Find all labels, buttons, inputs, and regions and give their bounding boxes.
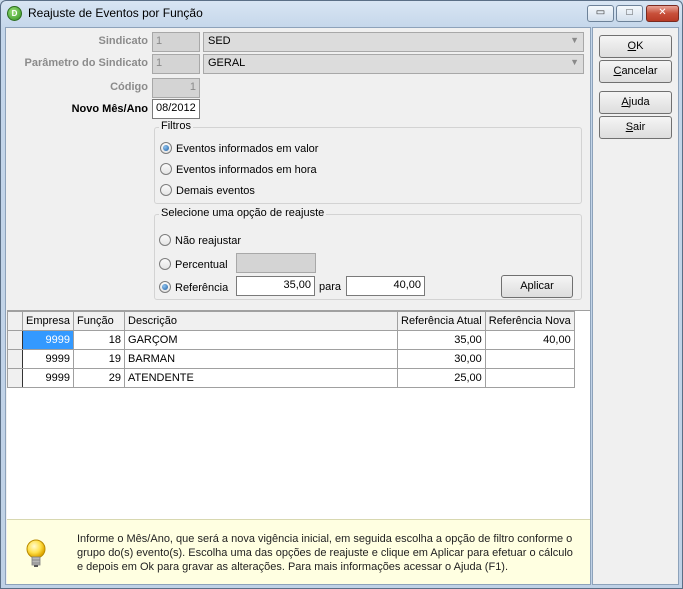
- col-funcao-header[interactable]: Função: [73, 311, 126, 331]
- referencia-de-input[interactable]: 35,00: [236, 276, 315, 296]
- col-descricao-header[interactable]: Descrição: [124, 311, 399, 331]
- reajuste-group: Selecione uma opção de reajuste Não reaj…: [154, 207, 582, 300]
- cell-descricao[interactable]: BARMAN: [124, 349, 399, 369]
- cell-ref-atual[interactable]: 35,00: [397, 330, 486, 350]
- radio-checked-icon: [160, 142, 172, 154]
- eventos-table: Empresa Função Descrição Referência Atua…: [7, 311, 575, 388]
- referencia-para-input[interactable]: 40,00: [346, 276, 425, 296]
- cancelar-button[interactable]: Cancelar: [599, 60, 672, 83]
- filtros-group: Filtros Eventos informados em valor Even…: [154, 120, 582, 204]
- mes-ano-label: Novo Mês/Ano: [71, 103, 148, 115]
- codigo-field: 1: [152, 78, 200, 98]
- cell-ref-nova[interactable]: [484, 349, 575, 369]
- parametro-label: Parâmetro do Sindicato: [24, 57, 148, 69]
- aplicar-button[interactable]: Aplicar: [501, 275, 573, 298]
- row-indicator-header: [7, 311, 23, 331]
- filtro-demais-label: Demais eventos: [176, 185, 255, 197]
- cell-ref-nova[interactable]: [484, 368, 575, 388]
- help-hint-text: Informe o Mês/Ano, que será a nova vigên…: [77, 533, 573, 573]
- parametro-select: GERAL ▼: [203, 54, 584, 74]
- sindicato-label: Sindicato: [98, 35, 148, 47]
- filtros-title: Filtros: [159, 120, 193, 132]
- cell-empresa[interactable]: 9999: [21, 330, 75, 350]
- sair-hotkey: S: [625, 121, 634, 133]
- row-indicator[interactable]: [7, 368, 23, 388]
- percentual-label: Percentual: [175, 259, 228, 271]
- filtro-demais-radio[interactable]: Demais eventos: [160, 184, 255, 197]
- cell-descricao[interactable]: GARÇOM: [124, 330, 399, 350]
- cell-descricao[interactable]: ATENDENTE: [124, 368, 399, 388]
- title-bar[interactable]: D Reajuste de Eventos por Função ▭ □ ✕: [1, 1, 682, 27]
- cell-funcao[interactable]: 19: [73, 349, 126, 369]
- chevron-down-icon: ▼: [570, 35, 579, 45]
- filtro-valor-radio[interactable]: Eventos informados em valor: [160, 142, 318, 155]
- filtro-hora-label: Eventos informados em hora: [176, 164, 317, 176]
- cell-ref-nova[interactable]: 40,00: [484, 330, 575, 350]
- cell-funcao[interactable]: 29: [73, 368, 126, 388]
- referencia-label: Referência: [175, 282, 229, 294]
- sair-button[interactable]: Sair: [599, 116, 672, 139]
- maximize-button[interactable]: □: [616, 5, 643, 22]
- dialog-window: D Reajuste de Eventos por Função ▭ □ ✕ S…: [0, 0, 683, 589]
- radio-checked-icon: [159, 281, 171, 293]
- lightbulb-icon: [26, 539, 46, 567]
- chevron-down-icon: ▼: [570, 57, 579, 67]
- reajuste-title: Selecione uma opção de reajuste: [159, 207, 327, 219]
- radio-icon: [159, 234, 171, 246]
- cell-ref-atual[interactable]: 25,00: [397, 368, 486, 388]
- filtro-hora-radio[interactable]: Eventos informados em hora: [160, 163, 317, 176]
- radio-icon: [160, 184, 172, 196]
- nao-reajustar-radio[interactable]: Não reajustar: [159, 234, 241, 247]
- table-row[interactable]: 9999 18 GARÇOM 35,00 40,00: [7, 330, 575, 350]
- percentual-field: [236, 253, 316, 273]
- nao-reajustar-label: Não reajustar: [175, 235, 242, 247]
- cell-ref-atual[interactable]: 30,00: [397, 349, 486, 369]
- cancelar-label: ancelar: [621, 65, 658, 77]
- table-header-row: Empresa Função Descrição Referência Atua…: [7, 311, 575, 331]
- col-ref-atual-header[interactable]: Referência Atual: [397, 311, 486, 331]
- radio-icon: [160, 163, 172, 175]
- cell-funcao[interactable]: 18: [73, 330, 126, 350]
- cell-empresa[interactable]: 9999: [21, 349, 75, 369]
- ajuda-button[interactable]: Ajuda: [599, 91, 672, 114]
- ajuda-label: juda: [628, 96, 650, 108]
- row-indicator[interactable]: [7, 349, 23, 369]
- filtro-valor-label: Eventos informados em valor: [176, 143, 319, 155]
- codigo-label: Código: [110, 81, 148, 93]
- parametro-code-field: 1: [152, 54, 200, 74]
- table-row[interactable]: 9999 19 BARMAN 30,00: [7, 349, 575, 369]
- radio-icon: [159, 258, 171, 270]
- form-panel: Sindicato 1 SED ▼ Parâmetro do Sindicato…: [5, 27, 591, 585]
- ok-button[interactable]: OK: [599, 35, 672, 58]
- app-icon: D: [7, 6, 22, 21]
- help-hint-panel: Informe o Mês/Ano, que será a nova vigên…: [7, 519, 590, 584]
- ok-hotkey: O: [627, 40, 637, 52]
- cell-empresa[interactable]: 9999: [21, 368, 75, 388]
- sair-label: air: [633, 121, 646, 133]
- referencia-radio[interactable]: Referência: [159, 281, 228, 294]
- table-row[interactable]: 9999 29 ATENDENTE 25,00: [7, 368, 575, 388]
- percentual-radio[interactable]: Percentual: [159, 258, 228, 271]
- ok-label: K: [636, 40, 644, 52]
- close-button[interactable]: ✕: [646, 5, 679, 22]
- col-ref-nova-header[interactable]: Referência Nova: [484, 311, 575, 331]
- col-empresa-header[interactable]: Empresa: [21, 311, 75, 331]
- parametro-select-value: GERAL: [208, 57, 246, 69]
- ajuda-hotkey: A: [621, 96, 629, 108]
- sindicato-select-value: SED: [208, 35, 231, 47]
- para-label: para: [319, 281, 342, 293]
- eventos-grid: Empresa Função Descrição Referência Atua…: [7, 310, 590, 519]
- window-title: Reajuste de Eventos por Função: [28, 6, 203, 20]
- mes-ano-input[interactable]: 08/2012: [152, 99, 200, 119]
- sindicato-code-field: 1: [152, 32, 200, 52]
- action-panel: OK Cancelar Ajuda Sair: [592, 27, 679, 585]
- row-indicator[interactable]: [7, 330, 23, 350]
- minimize-button[interactable]: ▭: [587, 5, 614, 22]
- sindicato-select: SED ▼: [203, 32, 584, 52]
